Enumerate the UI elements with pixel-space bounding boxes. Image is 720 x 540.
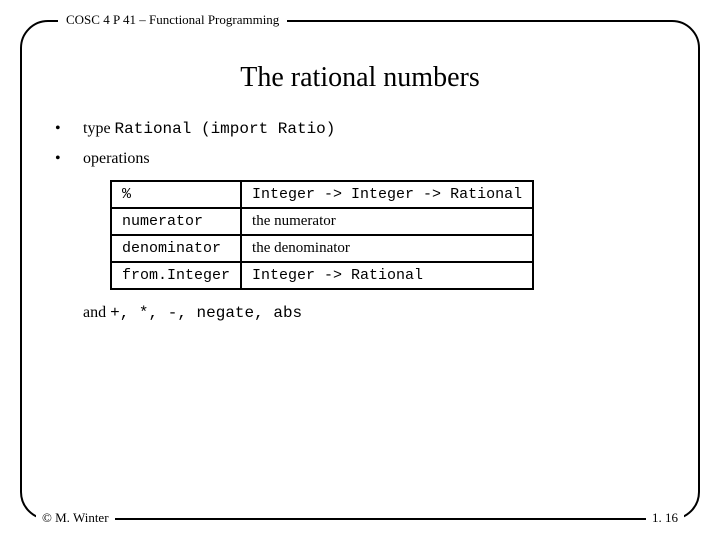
table-row: denominator the denominator xyxy=(111,235,533,262)
op-cell: % xyxy=(111,181,241,208)
and-line: and +, *, -, negate, abs xyxy=(83,304,665,322)
desc-cell: the numerator xyxy=(241,208,533,235)
and-lead: and xyxy=(83,304,110,321)
table-row: % Integer -> Integer -> Rational xyxy=(111,181,533,208)
desc-cell: the denominator xyxy=(241,235,533,262)
bullet-operations: • operations xyxy=(55,150,665,168)
slide-title: The rational numbers xyxy=(0,62,720,94)
bullet-prefix: type xyxy=(83,120,115,137)
table-row: from.Integer Integer -> Rational xyxy=(111,262,533,289)
desc-cell: Integer -> Integer -> Rational xyxy=(241,181,533,208)
footer-author: © M. Winter xyxy=(36,510,115,526)
course-header: COSC 4 P 41 – Functional Programming xyxy=(58,12,287,28)
operations-table: % Integer -> Integer -> Rational numerat… xyxy=(110,180,534,290)
table-row: numerator the numerator xyxy=(111,208,533,235)
bullet-text: type Rational (import Ratio) xyxy=(83,120,335,138)
op-cell: from.Integer xyxy=(111,262,241,289)
content-area: • type Rational (import Ratio) • operati… xyxy=(55,120,665,322)
bullet-dot: • xyxy=(55,150,83,168)
bullet-code: Rational (import Ratio) xyxy=(115,120,336,138)
bullet-dot: • xyxy=(55,120,83,138)
op-cell: denominator xyxy=(111,235,241,262)
and-ops: +, *, -, negate, abs xyxy=(110,304,302,322)
bullet-text: operations xyxy=(83,150,150,168)
op-cell: numerator xyxy=(111,208,241,235)
operations-table-wrap: % Integer -> Integer -> Rational numerat… xyxy=(110,180,665,290)
footer-page: 1. 16 xyxy=(646,510,684,526)
desc-cell: Integer -> Rational xyxy=(241,262,533,289)
slide: COSC 4 P 41 – Functional Programming The… xyxy=(0,0,720,540)
bullet-type: • type Rational (import Ratio) xyxy=(55,120,665,138)
